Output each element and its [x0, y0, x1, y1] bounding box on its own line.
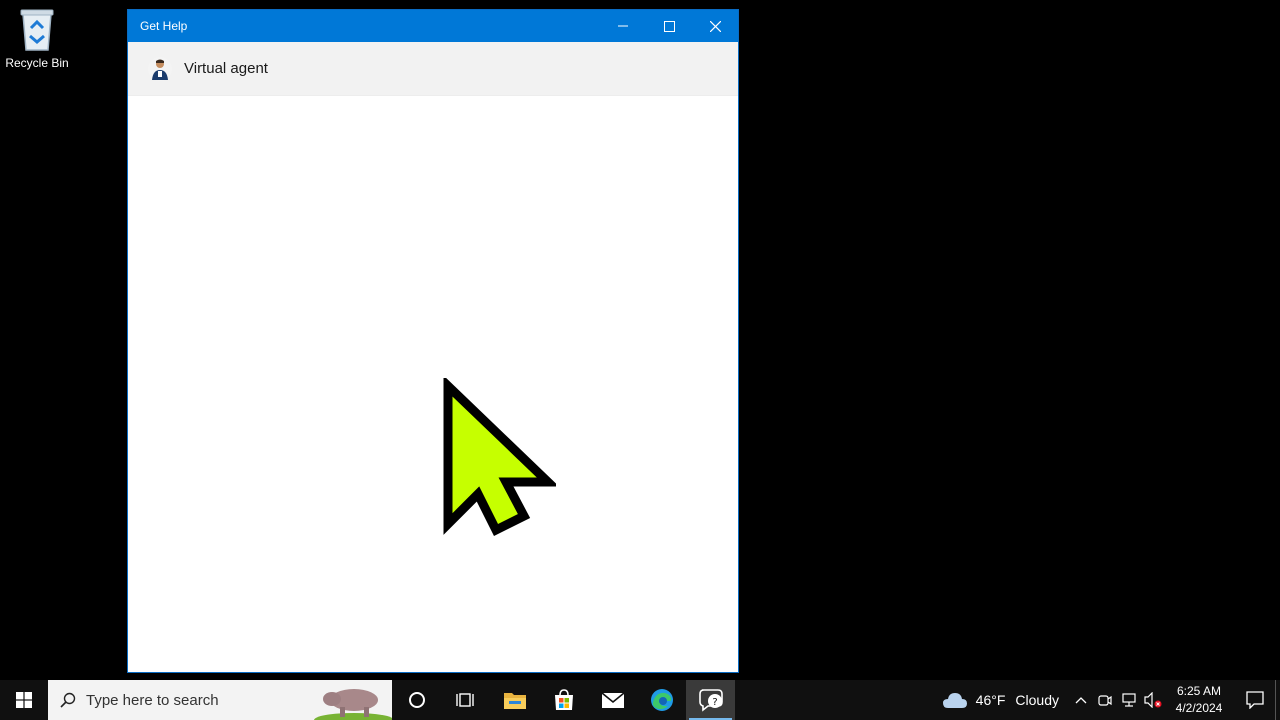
close-icon	[709, 20, 721, 32]
recycle-bin-label: Recycle Bin	[5, 56, 69, 70]
agent-name: Virtual agent	[184, 60, 268, 77]
maximize-button[interactable]	[646, 10, 692, 42]
cortana-button[interactable]	[392, 680, 441, 720]
mail-icon	[600, 692, 625, 708]
weather-temperature: 46°F	[975, 692, 1006, 708]
windows-logo-icon	[16, 692, 32, 708]
chat-area[interactable]	[128, 96, 738, 672]
edge-icon	[650, 689, 673, 711]
meet-now-button[interactable]	[1093, 680, 1117, 720]
get-help-button[interactable]: ?	[686, 680, 735, 720]
file-explorer-icon	[503, 693, 526, 709]
mail-button[interactable]	[588, 680, 637, 720]
mouse-pointer-icon	[443, 378, 556, 537]
clock-time: 6:25 AM	[1176, 684, 1222, 698]
file-explorer-button[interactable]	[490, 680, 539, 720]
volume-muted-icon	[1144, 692, 1162, 708]
weather-widget[interactable]: 46°F Cloudy	[942, 691, 1059, 709]
maximize-icon	[663, 20, 675, 32]
task-view-button[interactable]	[441, 680, 490, 720]
network-icon	[1122, 693, 1136, 707]
search-icon	[60, 692, 76, 708]
edge-button[interactable]	[637, 680, 686, 720]
cortana-icon	[408, 692, 425, 708]
show-hidden-icons-button[interactable]	[1069, 680, 1093, 720]
svg-text:?: ?	[712, 697, 717, 708]
microsoft-store-button[interactable]	[539, 680, 588, 720]
task-view-icon	[455, 693, 474, 707]
meet-now-icon	[1098, 695, 1112, 706]
agent-header: Virtual agent	[128, 42, 738, 96]
minimize-icon	[618, 25, 628, 27]
start-button[interactable]	[0, 680, 48, 720]
weather-condition: Cloudy	[1015, 692, 1059, 708]
taskbar: Type here to search ? 46°F Cloudy 6:25 A…	[0, 680, 1280, 720]
volume-button[interactable]	[1141, 680, 1165, 720]
search-highlight-hippo-icon	[314, 689, 392, 720]
clock[interactable]: 6:25 AM 4/2/2024	[1169, 683, 1229, 717]
system-tray: 46°F Cloudy 6:25 AM 4/2/2024	[942, 680, 1280, 720]
action-center-button[interactable]	[1235, 680, 1275, 720]
search-placeholder: Type here to search	[86, 691, 219, 709]
network-button[interactable]	[1117, 680, 1141, 720]
show-desktop-button[interactable]	[1275, 680, 1280, 720]
clock-date: 4/2/2024	[1175, 701, 1223, 715]
microsoft-store-icon	[554, 689, 573, 710]
search-box[interactable]: Type here to search	[48, 680, 392, 720]
chevron-up-icon	[1075, 697, 1087, 704]
get-help-window: Get Help Virtual agent	[128, 10, 738, 672]
cloud-icon	[942, 693, 967, 708]
agent-avatar-icon	[148, 56, 172, 81]
close-button[interactable]	[692, 10, 738, 42]
get-help-icon: ?	[698, 689, 723, 712]
minimize-button[interactable]	[600, 10, 646, 42]
title-bar[interactable]: Get Help	[128, 10, 738, 42]
notification-icon	[1246, 691, 1264, 709]
recycle-bin-icon	[20, 9, 54, 51]
window-title: Get Help	[140, 19, 188, 33]
recycle-bin-shortcut[interactable]: Recycle Bin	[2, 6, 72, 70]
